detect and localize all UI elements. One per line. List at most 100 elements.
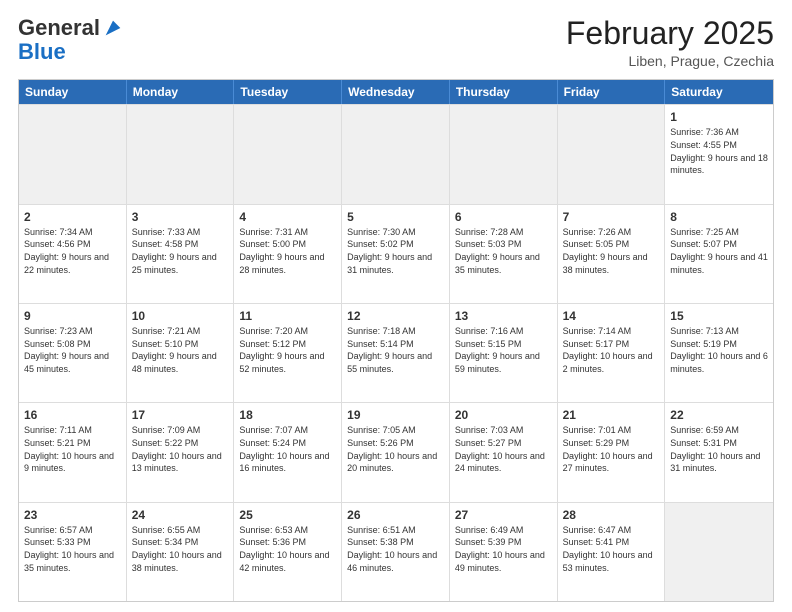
calendar-cell: 20Sunrise: 7:03 AM Sunset: 5:27 PM Dayli… bbox=[450, 403, 558, 501]
cell-info: Sunrise: 7:28 AM Sunset: 5:03 PM Dayligh… bbox=[455, 226, 552, 276]
day-number: 21 bbox=[563, 407, 660, 423]
cell-info: Sunrise: 6:49 AM Sunset: 5:39 PM Dayligh… bbox=[455, 524, 552, 574]
day-number: 14 bbox=[563, 308, 660, 324]
location: Liben, Prague, Czechia bbox=[566, 53, 774, 69]
cell-info: Sunrise: 6:57 AM Sunset: 5:33 PM Dayligh… bbox=[24, 524, 121, 574]
logo-general-text: General bbox=[18, 16, 100, 40]
calendar-cell: 14Sunrise: 7:14 AM Sunset: 5:17 PM Dayli… bbox=[558, 304, 666, 402]
calendar-cell bbox=[665, 503, 773, 601]
day-number: 3 bbox=[132, 209, 229, 225]
calendar-row: 9Sunrise: 7:23 AM Sunset: 5:08 PM Daylig… bbox=[19, 303, 773, 402]
weekday-header: Wednesday bbox=[342, 80, 450, 104]
calendar-cell: 4Sunrise: 7:31 AM Sunset: 5:00 PM Daylig… bbox=[234, 205, 342, 303]
cell-info: Sunrise: 7:13 AM Sunset: 5:19 PM Dayligh… bbox=[670, 325, 768, 375]
day-number: 1 bbox=[670, 109, 768, 125]
weekday-header: Thursday bbox=[450, 80, 558, 104]
day-number: 13 bbox=[455, 308, 552, 324]
logo-icon bbox=[102, 17, 124, 39]
cell-info: Sunrise: 7:33 AM Sunset: 4:58 PM Dayligh… bbox=[132, 226, 229, 276]
cell-info: Sunrise: 7:36 AM Sunset: 4:55 PM Dayligh… bbox=[670, 126, 768, 176]
day-number: 17 bbox=[132, 407, 229, 423]
calendar-cell: 21Sunrise: 7:01 AM Sunset: 5:29 PM Dayli… bbox=[558, 403, 666, 501]
day-number: 26 bbox=[347, 507, 444, 523]
calendar-cell: 9Sunrise: 7:23 AM Sunset: 5:08 PM Daylig… bbox=[19, 304, 127, 402]
cell-info: Sunrise: 7:30 AM Sunset: 5:02 PM Dayligh… bbox=[347, 226, 444, 276]
cell-info: Sunrise: 7:21 AM Sunset: 5:10 PM Dayligh… bbox=[132, 325, 229, 375]
day-number: 27 bbox=[455, 507, 552, 523]
calendar-cell: 18Sunrise: 7:07 AM Sunset: 5:24 PM Dayli… bbox=[234, 403, 342, 501]
calendar-row: 2Sunrise: 7:34 AM Sunset: 4:56 PM Daylig… bbox=[19, 204, 773, 303]
weekday-header: Tuesday bbox=[234, 80, 342, 104]
calendar-row: 23Sunrise: 6:57 AM Sunset: 5:33 PM Dayli… bbox=[19, 502, 773, 601]
calendar-header: SundayMondayTuesdayWednesdayThursdayFrid… bbox=[19, 80, 773, 104]
calendar-cell: 24Sunrise: 6:55 AM Sunset: 5:34 PM Dayli… bbox=[127, 503, 235, 601]
calendar-cell: 19Sunrise: 7:05 AM Sunset: 5:26 PM Dayli… bbox=[342, 403, 450, 501]
calendar-cell: 17Sunrise: 7:09 AM Sunset: 5:22 PM Dayli… bbox=[127, 403, 235, 501]
day-number: 9 bbox=[24, 308, 121, 324]
day-number: 22 bbox=[670, 407, 768, 423]
calendar-cell bbox=[450, 105, 558, 203]
calendar-cell: 25Sunrise: 6:53 AM Sunset: 5:36 PM Dayli… bbox=[234, 503, 342, 601]
calendar-cell: 1Sunrise: 7:36 AM Sunset: 4:55 PM Daylig… bbox=[665, 105, 773, 203]
calendar-cell: 6Sunrise: 7:28 AM Sunset: 5:03 PM Daylig… bbox=[450, 205, 558, 303]
day-number: 7 bbox=[563, 209, 660, 225]
calendar-cell: 13Sunrise: 7:16 AM Sunset: 5:15 PM Dayli… bbox=[450, 304, 558, 402]
cell-info: Sunrise: 7:05 AM Sunset: 5:26 PM Dayligh… bbox=[347, 424, 444, 474]
calendar-cell: 23Sunrise: 6:57 AM Sunset: 5:33 PM Dayli… bbox=[19, 503, 127, 601]
calendar-cell: 7Sunrise: 7:26 AM Sunset: 5:05 PM Daylig… bbox=[558, 205, 666, 303]
logo-blue-text: Blue bbox=[18, 39, 66, 64]
calendar: SundayMondayTuesdayWednesdayThursdayFrid… bbox=[18, 79, 774, 602]
day-number: 6 bbox=[455, 209, 552, 225]
calendar-cell: 27Sunrise: 6:49 AM Sunset: 5:39 PM Dayli… bbox=[450, 503, 558, 601]
calendar-cell: 12Sunrise: 7:18 AM Sunset: 5:14 PM Dayli… bbox=[342, 304, 450, 402]
cell-info: Sunrise: 7:23 AM Sunset: 5:08 PM Dayligh… bbox=[24, 325, 121, 375]
day-number: 19 bbox=[347, 407, 444, 423]
day-number: 5 bbox=[347, 209, 444, 225]
calendar-cell bbox=[558, 105, 666, 203]
cell-info: Sunrise: 7:25 AM Sunset: 5:07 PM Dayligh… bbox=[670, 226, 768, 276]
day-number: 10 bbox=[132, 308, 229, 324]
day-number: 18 bbox=[239, 407, 336, 423]
day-number: 4 bbox=[239, 209, 336, 225]
month-title: February 2025 bbox=[566, 16, 774, 51]
cell-info: Sunrise: 7:07 AM Sunset: 5:24 PM Dayligh… bbox=[239, 424, 336, 474]
day-number: 8 bbox=[670, 209, 768, 225]
day-number: 2 bbox=[24, 209, 121, 225]
day-number: 12 bbox=[347, 308, 444, 324]
title-block: February 2025 Liben, Prague, Czechia bbox=[566, 16, 774, 69]
calendar-cell: 11Sunrise: 7:20 AM Sunset: 5:12 PM Dayli… bbox=[234, 304, 342, 402]
logo: General Blue bbox=[18, 16, 124, 64]
day-number: 11 bbox=[239, 308, 336, 324]
calendar-cell bbox=[342, 105, 450, 203]
cell-info: Sunrise: 6:55 AM Sunset: 5:34 PM Dayligh… bbox=[132, 524, 229, 574]
calendar-cell: 10Sunrise: 7:21 AM Sunset: 5:10 PM Dayli… bbox=[127, 304, 235, 402]
cell-info: Sunrise: 6:53 AM Sunset: 5:36 PM Dayligh… bbox=[239, 524, 336, 574]
day-number: 25 bbox=[239, 507, 336, 523]
cell-info: Sunrise: 7:11 AM Sunset: 5:21 PM Dayligh… bbox=[24, 424, 121, 474]
header: General Blue February 2025 Liben, Prague… bbox=[18, 16, 774, 69]
calendar-body: 1Sunrise: 7:36 AM Sunset: 4:55 PM Daylig… bbox=[19, 104, 773, 601]
weekday-header: Monday bbox=[127, 80, 235, 104]
calendar-cell: 28Sunrise: 6:47 AM Sunset: 5:41 PM Dayli… bbox=[558, 503, 666, 601]
calendar-cell: 26Sunrise: 6:51 AM Sunset: 5:38 PM Dayli… bbox=[342, 503, 450, 601]
cell-info: Sunrise: 7:31 AM Sunset: 5:00 PM Dayligh… bbox=[239, 226, 336, 276]
weekday-header: Friday bbox=[558, 80, 666, 104]
cell-info: Sunrise: 6:59 AM Sunset: 5:31 PM Dayligh… bbox=[670, 424, 768, 474]
calendar-cell bbox=[127, 105, 235, 203]
calendar-cell bbox=[234, 105, 342, 203]
weekday-header: Sunday bbox=[19, 80, 127, 104]
day-number: 15 bbox=[670, 308, 768, 324]
calendar-cell: 8Sunrise: 7:25 AM Sunset: 5:07 PM Daylig… bbox=[665, 205, 773, 303]
cell-info: Sunrise: 6:47 AM Sunset: 5:41 PM Dayligh… bbox=[563, 524, 660, 574]
calendar-cell: 5Sunrise: 7:30 AM Sunset: 5:02 PM Daylig… bbox=[342, 205, 450, 303]
day-number: 16 bbox=[24, 407, 121, 423]
day-number: 23 bbox=[24, 507, 121, 523]
calendar-cell bbox=[19, 105, 127, 203]
page: General Blue February 2025 Liben, Prague… bbox=[0, 0, 792, 612]
cell-info: Sunrise: 7:34 AM Sunset: 4:56 PM Dayligh… bbox=[24, 226, 121, 276]
calendar-row: 16Sunrise: 7:11 AM Sunset: 5:21 PM Dayli… bbox=[19, 402, 773, 501]
calendar-cell: 3Sunrise: 7:33 AM Sunset: 4:58 PM Daylig… bbox=[127, 205, 235, 303]
cell-info: Sunrise: 7:01 AM Sunset: 5:29 PM Dayligh… bbox=[563, 424, 660, 474]
calendar-cell: 2Sunrise: 7:34 AM Sunset: 4:56 PM Daylig… bbox=[19, 205, 127, 303]
calendar-cell: 16Sunrise: 7:11 AM Sunset: 5:21 PM Dayli… bbox=[19, 403, 127, 501]
